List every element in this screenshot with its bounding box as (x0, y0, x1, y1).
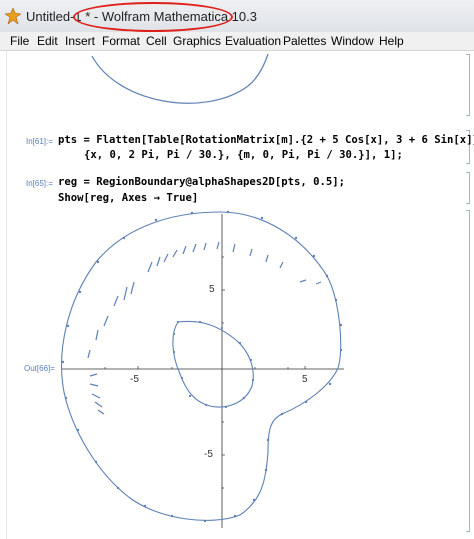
outer-boundary (61, 211, 342, 521)
boundary-points (61, 210, 343, 523)
inner-boundary (172, 320, 254, 408)
y-tick-label: -5 (204, 449, 213, 460)
x-tick-label: 5 (302, 374, 308, 385)
y-tick-label: 5 (209, 284, 215, 295)
region-boundary-plot[interactable] (0, 0, 474, 539)
interior-segments (87, 241, 322, 415)
x-tick-label: -5 (130, 374, 139, 385)
inner-boundary-points (172, 320, 255, 409)
